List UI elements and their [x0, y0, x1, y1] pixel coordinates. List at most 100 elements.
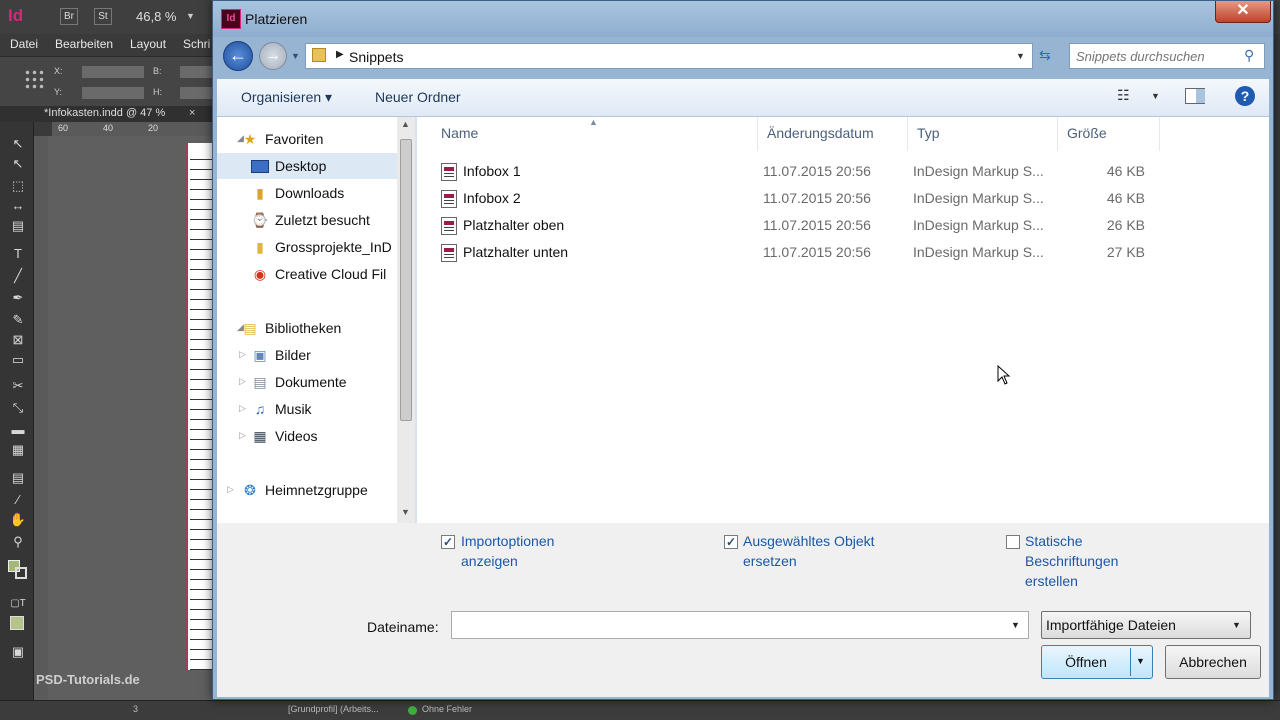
static-captions-checkbox[interactable] — [1006, 535, 1020, 549]
close-icon[interactable]: × — [189, 107, 195, 119]
gradient-feather-tool-icon[interactable]: ▦ — [9, 442, 27, 458]
close-button[interactable]: ✕ — [1215, 1, 1271, 23]
column-header-name[interactable]: Name — [441, 125, 478, 141]
scroll-down-icon[interactable]: ▼ — [401, 507, 410, 517]
column-header-type[interactable]: Typ — [917, 125, 940, 141]
note-tool-icon[interactable]: ▤ — [9, 470, 27, 486]
width-field[interactable] — [180, 66, 212, 78]
type-tool-icon[interactable]: T — [9, 246, 27, 262]
nav-item-downloads[interactable]: ▮ Downloads — [217, 180, 397, 206]
organize-button[interactable]: Organisieren ▾ — [241, 89, 332, 106]
eyedropper-tool-icon[interactable]: ⁄ — [9, 492, 27, 508]
nav-item-grossprojekte[interactable]: ▮ Grossprojekte_InD — [217, 234, 397, 260]
stock-button[interactable]: St — [94, 8, 112, 25]
free-transform-tool-icon[interactable]: ⤡ — [9, 400, 27, 416]
nav-item-videos[interactable]: ▷ ▦ Videos — [217, 423, 397, 449]
nav-homegroup[interactable]: ▷ ❂ Heimnetzgruppe — [217, 477, 397, 503]
static-captions-label[interactable]: Statische Beschriftungen erstellen — [1025, 531, 1118, 591]
nav-scrollbar[interactable]: ▲ ▼ — [397, 117, 415, 523]
dialog-title-bar[interactable]: Id Platzieren ✕ — [213, 1, 1273, 37]
column-divider[interactable] — [757, 117, 758, 151]
nav-item-bilder[interactable]: ▷ ▣ Bilder — [217, 342, 397, 368]
chevron-down-icon[interactable]: ▼ — [1136, 656, 1145, 666]
help-icon[interactable]: ? — [1235, 86, 1255, 106]
search-input[interactable] — [1076, 47, 1236, 65]
file-row[interactable]: Platzhalter oben 11.07.2015 20:56 InDesi… — [437, 212, 1167, 239]
chevron-down-icon[interactable]: ▼ — [1011, 620, 1020, 630]
scissors-tool-icon[interactable]: ✂ — [9, 378, 27, 394]
replace-selected-label[interactable]: Ausgewähltes Objekt ersetzen — [743, 531, 875, 571]
direct-selection-tool-icon[interactable]: ↖ — [9, 156, 27, 172]
rectangle-tool-icon[interactable]: ▭ — [9, 352, 27, 368]
x-field[interactable] — [82, 66, 144, 78]
selection-tool-icon[interactable]: ↖ — [9, 136, 27, 152]
nav-item-dokumente[interactable]: ▷ ▤ Dokumente — [217, 369, 397, 395]
replace-selected-checkbox[interactable]: ✓ — [724, 535, 738, 549]
page-number[interactable]: 3 — [133, 704, 138, 714]
forward-arrow-icon[interactable]: → — [259, 42, 287, 70]
rectangle-frame-tool-icon[interactable]: ⊠ — [9, 332, 27, 348]
nav-libraries[interactable]: ◢ ▤ Bibliotheken — [217, 315, 397, 341]
file-row[interactable]: Platzhalter unten 11.07.2015 20:56 InDes… — [437, 239, 1167, 266]
column-header-size[interactable]: Größe — [1067, 125, 1107, 141]
nav-item-recent[interactable]: ⌚ Zuletzt besucht — [217, 207, 397, 233]
zoom-tool-icon[interactable]: ⚲ — [9, 534, 27, 550]
y-field[interactable] — [82, 87, 144, 99]
chevron-down-icon[interactable]: ▼ — [1151, 91, 1160, 101]
nav-item-musik[interactable]: ▷ ♫ Musik — [217, 396, 397, 422]
chevron-down-icon[interactable]: ▼ — [291, 51, 300, 61]
zoom-level[interactable]: 46,8 % — [136, 9, 176, 24]
hand-tool-icon[interactable]: ✋ — [9, 512, 27, 528]
scrollbar-thumb[interactable] — [400, 139, 412, 421]
chevron-down-icon[interactable]: ▼ — [1016, 51, 1025, 61]
cancel-button[interactable]: Abbrechen — [1165, 645, 1261, 679]
apply-color-icon[interactable] — [10, 616, 24, 630]
back-arrow-icon[interactable]: ← — [223, 41, 253, 71]
menu-bearbeiten[interactable]: Bearbeiten — [55, 37, 113, 51]
height-field[interactable] — [180, 87, 212, 99]
preflight-status[interactable]: Ohne Fehler — [422, 704, 472, 714]
search-icon[interactable]: ⚲ — [1244, 47, 1254, 64]
menu-datei[interactable]: Datei — [10, 37, 38, 51]
menu-layout[interactable]: Layout — [130, 37, 166, 51]
chevron-down-icon[interactable]: ▼ — [186, 11, 195, 21]
address-bar[interactable]: ▶ Snippets ▼ — [305, 43, 1033, 69]
page-tool-icon[interactable]: ⬚ — [9, 178, 27, 194]
chevron-right-icon[interactable]: ▶ — [336, 49, 344, 60]
preview-pane-icon[interactable] — [1185, 88, 1205, 104]
column-divider[interactable] — [1057, 117, 1058, 151]
line-tool-icon[interactable]: ╱ — [9, 268, 27, 284]
file-row[interactable]: Infobox 2 11.07.2015 20:56 InDesign Mark… — [437, 185, 1167, 212]
reference-point-icon[interactable] — [24, 69, 44, 91]
pencil-tool-icon[interactable]: ✎ — [9, 312, 27, 328]
import-options-checkbox[interactable]: ✓ — [441, 535, 455, 549]
gap-tool-icon[interactable]: ↔ — [9, 198, 27, 214]
scroll-up-icon[interactable]: ▲ — [401, 119, 410, 129]
view-options-icon[interactable]: ☷ — [1117, 87, 1137, 105]
import-options-label[interactable]: Importoptionen anzeigen — [461, 531, 554, 571]
content-collector-icon[interactable]: ▤ — [9, 218, 27, 234]
document-tab[interactable]: *Infokasten.indd @ 47 % — [44, 107, 165, 119]
bridge-button[interactable]: Br — [60, 8, 78, 25]
nav-favorites[interactable]: ◢ ★ Favoriten — [217, 126, 397, 152]
formatting-affects-text-icon[interactable]: ▢T — [9, 596, 27, 612]
open-button[interactable]: Öffnen ▼ — [1041, 645, 1153, 679]
filename-input[interactable] — [451, 611, 1029, 639]
screen-mode-icon[interactable]: ▣ — [9, 644, 27, 660]
column-divider[interactable] — [907, 117, 908, 151]
file-row[interactable]: Infobox 1 11.07.2015 20:56 InDesign Mark… — [437, 158, 1167, 185]
profile-status[interactable]: [Grundprofil] (Arbeits... — [288, 704, 379, 714]
menu-schrift[interactable]: Schri — [183, 37, 210, 51]
pen-tool-icon[interactable]: ✒ — [9, 290, 27, 306]
search-box[interactable]: ⚲ — [1069, 43, 1265, 69]
column-header-date[interactable]: Änderungsdatum — [767, 125, 874, 141]
gradient-swatch-tool-icon[interactable]: ▬ — [9, 422, 27, 438]
refresh-icon[interactable]: ⇆ — [1039, 47, 1051, 64]
new-folder-button[interactable]: Neuer Ordner — [375, 89, 461, 105]
nav-item-desktop[interactable]: Desktop — [217, 153, 397, 179]
nav-item-creative-cloud[interactable]: ◉ Creative Cloud Fil — [217, 261, 397, 287]
breadcrumb[interactable]: Snippets — [349, 49, 403, 65]
column-divider[interactable] — [1159, 117, 1160, 151]
stroke-swatch-icon[interactable] — [15, 567, 27, 579]
filetype-select[interactable]: Importfähige Dateien ▼ — [1041, 611, 1251, 639]
